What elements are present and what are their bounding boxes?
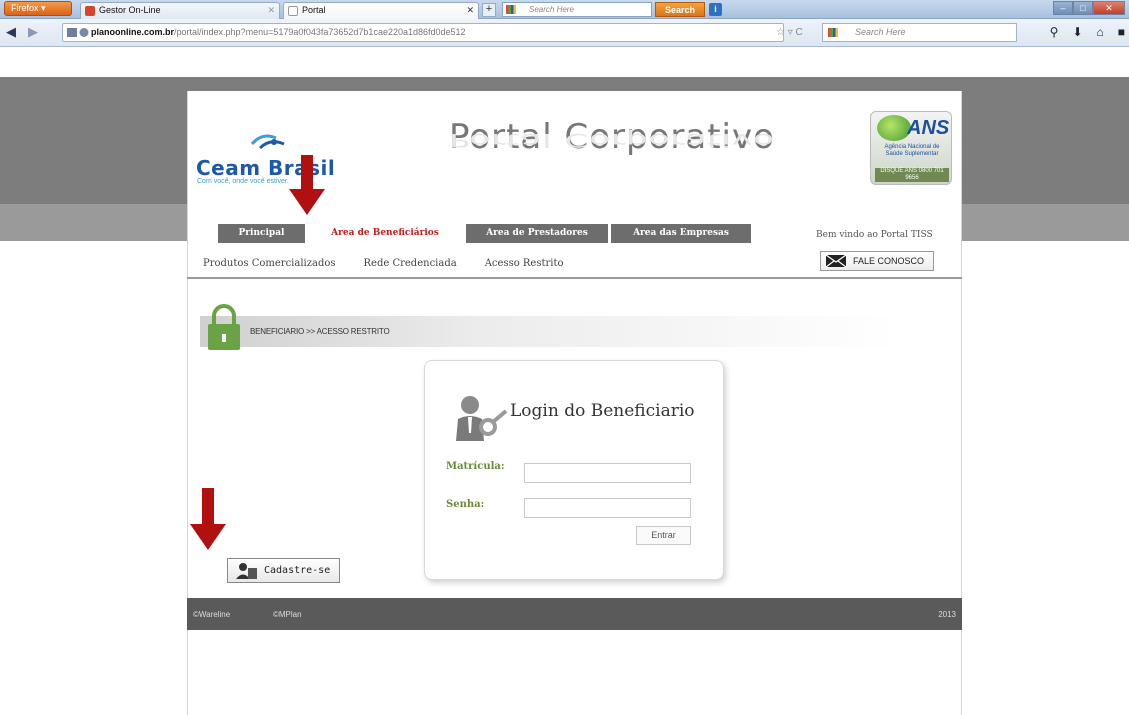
ans-subtitle: Agência Nacional de Saúde Suplementar — [884, 144, 940, 157]
toolbar-search-placeholder: Search Here — [529, 5, 574, 14]
ans-mark-icon — [877, 115, 911, 141]
back-arrow-icon[interactable]: ◀ — [6, 24, 16, 40]
user-key-icon — [456, 396, 508, 441]
footer-year: 2013 — [938, 610, 956, 619]
bookmark-star-icon[interactable]: ☆ ▿ C — [776, 27, 803, 38]
maximize-icon[interactable]: □ — [1073, 1, 1093, 15]
footer-mplan[interactable]: ©MPlan — [273, 610, 302, 619]
tab-title: Portal — [302, 5, 326, 15]
ans-logo[interactable]: ANS Agência Nacional de Saúde Suplementa… — [870, 111, 952, 185]
tab-area-prestadores[interactable]: Area de Prestadores — [466, 224, 608, 243]
sub-navigation: Produtos Comercializados Rede Credenciad… — [203, 258, 592, 269]
tab-principal[interactable]: Principal — [218, 224, 305, 243]
matricula-label: Matrícula: — [446, 461, 505, 472]
gestor-favicon-icon — [85, 6, 95, 16]
subnav-acesso[interactable]: Acesso Restrito — [485, 258, 564, 269]
breadcrumb: BENEFICIARIO >> ACESSO RESTRITO — [250, 327, 390, 336]
page-footer: ©Wareline ©MPlan 2013 — [187, 598, 962, 630]
ans-logo-text: ANS — [907, 117, 950, 139]
forward-arrow-icon[interactable]: ▶ — [28, 24, 38, 40]
welcome-text: Bem vindo ao Portal TISS — [816, 230, 933, 240]
search-engine-icon — [506, 5, 516, 14]
browser-tab-strip: Firefox ▾ Gestor On-Line ✕ Portal ✕ + Se… — [0, 0, 1129, 19]
home-icon[interactable]: ⌂ — [1097, 25, 1104, 39]
download-icon[interactable]: ⬇ — [1072, 25, 1082, 39]
close-tab-icon[interactable]: ✕ — [466, 3, 474, 18]
envelope-icon — [826, 255, 846, 267]
fale-conosco-label: FALE CONOSCO — [853, 256, 925, 266]
cadastre-se-label: Cadastre-se — [264, 565, 331, 576]
site-identity-icon — [67, 28, 89, 37]
search-bar[interactable]: Search Here — [822, 23, 1017, 42]
fale-conosco-button[interactable]: FALE CONOSCO — [820, 251, 934, 271]
search-placeholder: Search Here — [855, 27, 906, 37]
senha-label: Senha: — [446, 499, 485, 510]
toolbar-search-input[interactable]: Search Here — [502, 2, 652, 17]
url-path: /portal/index.php?menu=5179a0f043fa73652… — [174, 27, 466, 37]
info-icon[interactable]: i — [709, 3, 722, 16]
tab-area-beneficiarios[interactable]: Area de Beneficiários — [307, 224, 463, 243]
close-window-icon[interactable]: ✕ — [1093, 1, 1125, 15]
ans-disque: DISQUE ANS 0800 701 9656 — [875, 168, 949, 182]
divider — [187, 277, 962, 279]
tab-portal[interactable]: Portal ✕ — [283, 2, 479, 19]
lock-icon — [208, 304, 240, 358]
logo-tagline: Com você, onde você estiver. — [197, 178, 289, 185]
minimize-icon[interactable]: – — [1053, 1, 1073, 15]
firefox-menu-label: Firefox — [11, 3, 39, 13]
subnav-produtos[interactable]: Produtos Comercializados — [203, 258, 336, 269]
close-tab-icon[interactable]: ✕ — [267, 3, 275, 18]
addon-icon[interactable]: ■ — [1118, 25, 1125, 39]
url-host: planoonline.com.br — [91, 27, 175, 37]
search-magnifier-icon[interactable]: ⚲ — [1050, 25, 1059, 39]
entrar-button[interactable]: Entrar — [636, 526, 691, 545]
toolbar-search-button[interactable]: Search — [655, 2, 705, 17]
subnav-rede[interactable]: Rede Credenciada — [364, 258, 457, 269]
tab-area-empresas[interactable]: Area das Empresas — [611, 224, 751, 243]
search-engine-icon — [828, 28, 838, 37]
window-controls: – □ ✕ — [1053, 1, 1125, 16]
login-title: Login do Beneficiario — [510, 401, 695, 421]
tab-title: Gestor On-Line — [99, 5, 161, 15]
red-down-arrow-icon — [190, 488, 226, 550]
browser-toolbar-icons: ⚲ ⬇ ⌂ ■ — [1050, 25, 1125, 39]
matricula-input[interactable] — [524, 463, 691, 483]
red-down-arrow-icon — [289, 155, 325, 215]
firefox-menu-button[interactable]: Firefox ▾ — [4, 1, 72, 16]
new-tab-button[interactable]: + — [482, 3, 496, 17]
register-users-icon — [236, 563, 257, 579]
page-title-reflection: Portal Corporativo — [449, 129, 775, 151]
footer-wareline[interactable]: ©Wareline — [193, 610, 230, 619]
page-top-strip — [0, 47, 1129, 77]
browser-navigation-bar: ◀ ▶ planoonline.com.br/portal/index.php?… — [0, 19, 1129, 47]
tab-gestor-online[interactable]: Gestor On-Line ✕ — [80, 2, 280, 19]
cadastre-se-button[interactable]: Cadastre-se — [227, 558, 340, 583]
ceam-swirl-icon — [250, 134, 285, 150]
address-bar[interactable]: planoonline.com.br/portal/index.php?menu… — [62, 23, 784, 42]
page-favicon-icon — [288, 6, 298, 16]
ceam-brasil-logo[interactable]: Ceam Brasil Com você, onde você estiver. — [196, 130, 366, 185]
senha-input[interactable] — [524, 498, 691, 518]
